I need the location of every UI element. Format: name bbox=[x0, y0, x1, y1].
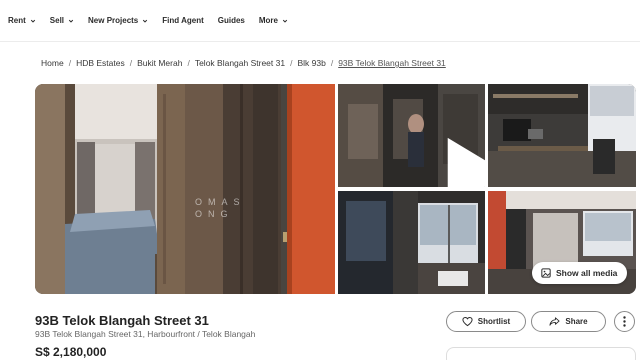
breadcrumb-hdb-estates[interactable]: HDB Estates bbox=[76, 58, 125, 68]
breadcrumb-block[interactable]: Blk 93b bbox=[297, 58, 325, 68]
show-all-media-label: Show all media bbox=[556, 268, 618, 278]
top-navigation: Rent Sell New Projects Find Agent Guides… bbox=[0, 0, 640, 42]
show-all-media-button[interactable]: Show all media bbox=[532, 262, 628, 284]
wardrobe-photo bbox=[338, 191, 485, 294]
photo-watermark: OMAS ONG bbox=[195, 197, 246, 219]
photo-gallery: OMAS ONG Show all media bbox=[35, 84, 636, 294]
shortlist-button[interactable]: Shortlist bbox=[446, 311, 526, 332]
nav-item-new-projects[interactable]: New Projects bbox=[88, 16, 148, 25]
nav-item-label: New Projects bbox=[88, 16, 139, 25]
play-icon[interactable] bbox=[398, 122, 485, 187]
listing-title: 93B Telok Blangah Street 31 bbox=[35, 313, 209, 328]
nav-item-sell[interactable]: Sell bbox=[50, 16, 74, 25]
more-options-button[interactable] bbox=[614, 311, 635, 332]
chevron-down-icon bbox=[68, 19, 74, 23]
breadcrumb-separator: / bbox=[290, 58, 293, 68]
nav-item-label: Guides bbox=[217, 16, 245, 25]
nav-item-label: Rent bbox=[8, 16, 26, 25]
listing-address: 93B Telok Blangah Street 31, Harbourfron… bbox=[35, 329, 256, 339]
heart-icon bbox=[462, 316, 473, 327]
thumbnail-walk-in-wardrobe[interactable] bbox=[338, 191, 485, 294]
nav-item-guides[interactable]: Guides bbox=[218, 16, 245, 25]
nav-item-label: Find Agent bbox=[162, 16, 204, 25]
image-icon bbox=[541, 268, 551, 278]
breadcrumb: Home / HDB Estates / Bukit Merah / Telok… bbox=[41, 58, 446, 68]
chevron-down-icon bbox=[143, 19, 148, 23]
study-room-photo bbox=[488, 84, 636, 187]
breadcrumb-bukit-merah[interactable]: Bukit Merah bbox=[137, 58, 182, 68]
nav-item-more[interactable]: More bbox=[259, 16, 288, 25]
nav-item-rent[interactable]: Rent bbox=[8, 16, 36, 25]
main-photo-bedroom[interactable]: OMAS ONG bbox=[35, 84, 335, 294]
shortlist-label: Shortlist bbox=[477, 317, 511, 326]
chevron-down-icon bbox=[282, 19, 288, 23]
breadcrumb-separator: / bbox=[129, 58, 133, 68]
share-button[interactable]: Share bbox=[531, 311, 606, 332]
nav-item-label: Sell bbox=[49, 16, 65, 25]
nav-item-find-agent[interactable]: Find Agent bbox=[162, 16, 203, 25]
chevron-down-icon bbox=[30, 19, 35, 23]
share-label: Share bbox=[565, 317, 588, 326]
bedroom-photo bbox=[35, 84, 335, 294]
nav-item-label: More bbox=[258, 16, 278, 25]
breadcrumb-separator: / bbox=[330, 58, 334, 68]
share-arrow-icon bbox=[549, 317, 560, 326]
breadcrumb-home[interactable]: Home bbox=[41, 58, 64, 68]
breadcrumb-separator: / bbox=[187, 58, 190, 68]
more-vertical-icon bbox=[623, 316, 626, 327]
breadcrumb-separator: / bbox=[68, 58, 72, 68]
thumbnail-video-tour[interactable] bbox=[338, 84, 485, 187]
breadcrumb-street[interactable]: Telok Blangah Street 31 bbox=[195, 58, 285, 68]
listing-price: S$ 2,180,000 bbox=[35, 345, 107, 359]
thumbnail-study-room[interactable] bbox=[488, 84, 636, 187]
agent-card bbox=[446, 347, 636, 360]
breadcrumb-current[interactable]: 93B Telok Blangah Street 31 bbox=[338, 58, 446, 68]
